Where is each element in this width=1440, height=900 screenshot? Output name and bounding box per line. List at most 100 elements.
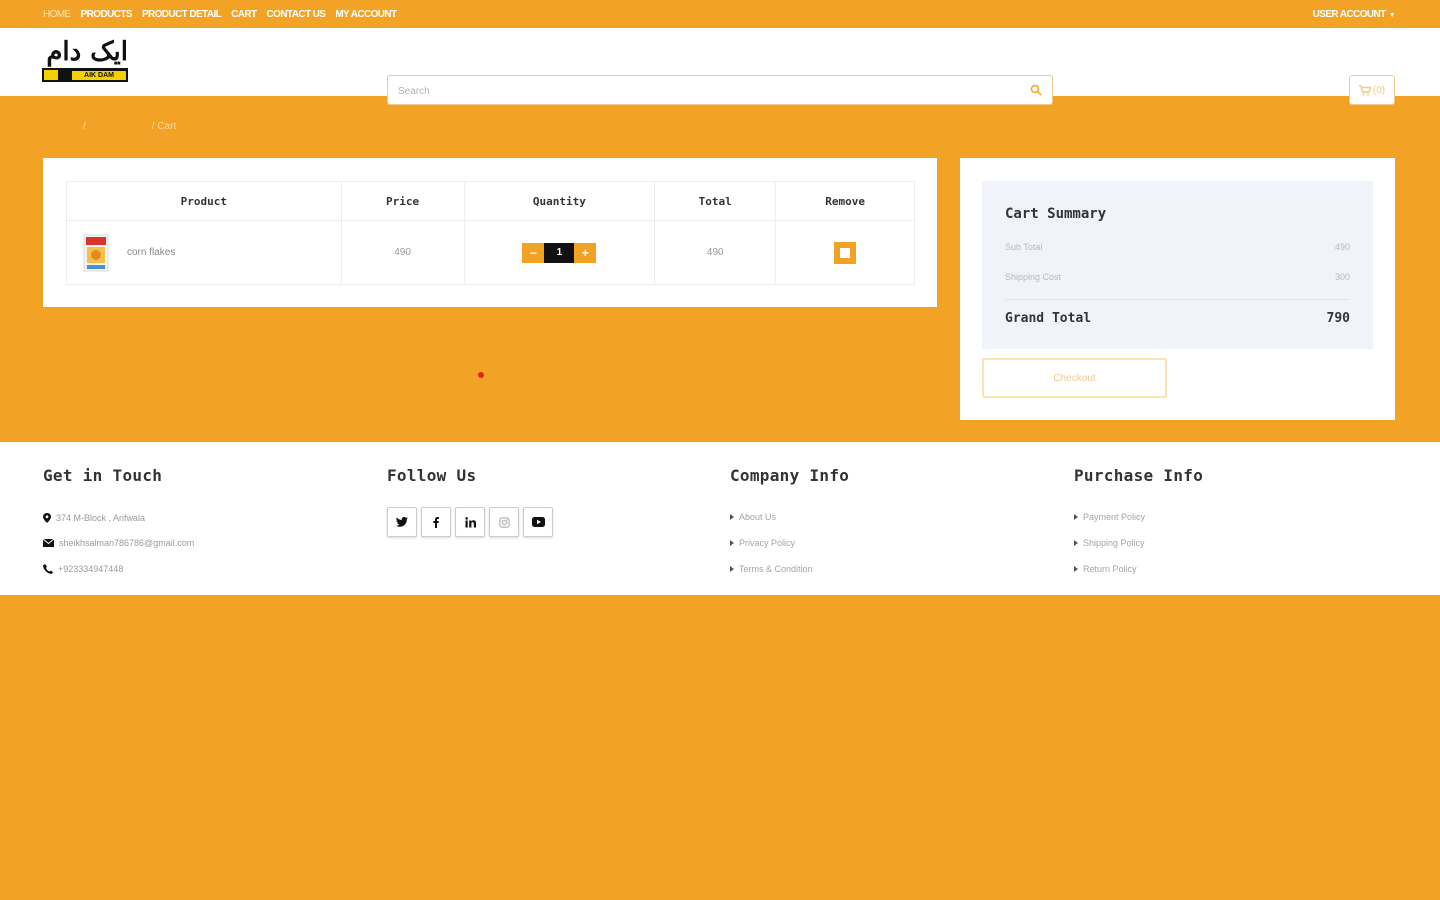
caret-right-icon bbox=[730, 514, 734, 520]
user-account-dropdown[interactable]: USER ACCOUNT ▼ bbox=[1312, 9, 1396, 20]
email-text[interactable]: sheikhsalman786786@gmail.com bbox=[59, 538, 194, 548]
search-input[interactable] bbox=[398, 83, 998, 99]
cart-table: Product Price Quantity Total Remove corn… bbox=[66, 181, 915, 285]
quantity-value[interactable]: 1 bbox=[544, 242, 575, 263]
purchase-info-title: Purchase Info bbox=[1074, 466, 1204, 485]
envelope-icon bbox=[43, 539, 54, 548]
link-label: Payment Policy bbox=[1083, 512, 1146, 522]
logo-mark bbox=[44, 70, 58, 80]
footer-company-info: Company Info About Us Privacy Policy Ter… bbox=[730, 466, 849, 582]
footer-link-payment-policy[interactable]: Payment Policy bbox=[1074, 504, 1203, 530]
contact-list: 374 M-Block , Arifwala sheikhsalman78678… bbox=[43, 505, 194, 582]
product-info: corn flakes bbox=[67, 233, 341, 273]
product-image[interactable] bbox=[81, 233, 113, 273]
quantity-cell: − 1 + bbox=[463, 220, 656, 285]
nav-products[interactable]: PRODUCTS bbox=[81, 9, 133, 20]
grand-total-label: Grand Total bbox=[1005, 311, 1092, 326]
product-cell: corn flakes bbox=[66, 220, 342, 285]
product-name[interactable]: corn flakes bbox=[127, 247, 175, 258]
twitter-button[interactable] bbox=[387, 507, 417, 537]
site-header: ایک دام AIK DAM (0) bbox=[0, 28, 1440, 105]
nav-contact-us[interactable]: CONTACT US bbox=[267, 9, 326, 20]
linkedin-icon bbox=[464, 516, 476, 527]
decrease-quantity-button[interactable]: − bbox=[522, 242, 545, 263]
subtotal-row: Sub Total 490 bbox=[1005, 242, 1350, 252]
caret-right-icon bbox=[1074, 566, 1078, 572]
caret-right-icon bbox=[1074, 540, 1078, 546]
company-links: About Us Privacy Policy Terms & Conditio… bbox=[730, 504, 849, 582]
footer-link-privacy-policy[interactable]: Privacy Policy bbox=[730, 530, 849, 556]
logo-strip: AIK DAM bbox=[42, 68, 128, 82]
search-bar bbox=[387, 75, 1053, 105]
footer-link-return-policy[interactable]: Return Policy bbox=[1074, 556, 1203, 582]
col-price: Price bbox=[340, 181, 465, 221]
col-remove: Remove bbox=[775, 181, 915, 221]
phone-text[interactable]: +923334947448 bbox=[58, 564, 123, 574]
grand-total-row: Grand Total 790 bbox=[1005, 311, 1350, 326]
increase-quantity-button[interactable]: + bbox=[574, 242, 597, 263]
footer-link-terms[interactable]: Terms & Condition bbox=[730, 556, 849, 582]
facebook-button[interactable] bbox=[421, 507, 451, 537]
site-logo[interactable]: ایک دام AIK DAM bbox=[42, 38, 130, 86]
breadcrumb-home-link[interactable] bbox=[43, 121, 79, 132]
facebook-icon bbox=[433, 516, 439, 528]
subtotal-label: Sub Total bbox=[1005, 242, 1043, 252]
checkout-button[interactable]: Checkout bbox=[982, 358, 1167, 398]
breadcrumb-current: / Cart bbox=[151, 121, 177, 132]
col-total: Total bbox=[654, 181, 777, 221]
table-header-row: Product Price Quantity Total Remove bbox=[66, 181, 915, 221]
quantity-stepper: − 1 + bbox=[522, 242, 597, 263]
user-account-label: USER ACCOUNT bbox=[1312, 9, 1387, 20]
grand-total-value: 790 bbox=[1326, 311, 1350, 326]
table-row: corn flakes 490 − 1 + 490 bbox=[66, 220, 915, 285]
link-label: Return Policy bbox=[1083, 564, 1137, 574]
price-cell: 490 bbox=[340, 220, 465, 285]
shipping-row: Shipping Cost 300 bbox=[1005, 272, 1350, 282]
youtube-icon bbox=[531, 517, 545, 527]
link-label: Shipping Policy bbox=[1083, 538, 1145, 548]
caret-right-icon bbox=[730, 566, 734, 572]
breadcrumb-shop-link[interactable] bbox=[90, 121, 148, 132]
remove-icon bbox=[840, 247, 851, 258]
footer-follow-us: Follow Us bbox=[387, 466, 553, 537]
logo-strip-text: AIK DAM bbox=[72, 71, 126, 80]
breadcrumb-separator: / bbox=[83, 121, 86, 132]
top-nav: HOME PRODUCTS PRODUCT DETAIL CART CONTAC… bbox=[43, 9, 397, 20]
map-marker-icon bbox=[43, 512, 51, 523]
remove-item-button[interactable] bbox=[834, 241, 857, 264]
linkedin-button[interactable] bbox=[455, 507, 485, 537]
nav-home[interactable]: HOME bbox=[43, 9, 71, 20]
col-quantity: Quantity bbox=[463, 181, 656, 221]
cart-button[interactable]: (0) bbox=[1349, 75, 1395, 105]
cart-table-panel: Product Price Quantity Total Remove corn… bbox=[43, 158, 937, 307]
total-cell: 490 bbox=[654, 220, 777, 285]
social-links bbox=[387, 507, 553, 537]
footer-get-in-touch: Get in Touch 374 M-Block , Arifwala shei… bbox=[43, 466, 194, 582]
nav-product-detail[interactable]: PRODUCT DETAIL bbox=[142, 9, 222, 20]
caret-right-icon bbox=[1074, 514, 1078, 520]
caret-right-icon bbox=[730, 540, 734, 546]
nav-my-account[interactable]: MY ACCOUNT bbox=[335, 9, 397, 20]
remove-cell bbox=[775, 220, 915, 285]
get-in-touch-title: Get in Touch bbox=[43, 466, 163, 485]
youtube-button[interactable] bbox=[523, 507, 553, 537]
footer-link-about-us[interactable]: About Us bbox=[730, 504, 849, 530]
breadcrumb: / / Cart bbox=[43, 121, 176, 132]
footer-link-shipping-policy[interactable]: Shipping Policy bbox=[1074, 530, 1203, 556]
purchase-links: Payment Policy Shipping Policy Return Po… bbox=[1074, 504, 1203, 582]
follow-us-title: Follow Us bbox=[387, 466, 477, 485]
address-text: 374 M-Block , Arifwala bbox=[56, 512, 146, 523]
subtotal-value: 490 bbox=[1334, 242, 1350, 252]
shipping-label: Shipping Cost bbox=[1005, 272, 1062, 282]
twitter-icon bbox=[396, 517, 408, 527]
instagram-button[interactable] bbox=[489, 507, 519, 537]
search-icon[interactable] bbox=[1030, 84, 1042, 96]
cereal-box-image bbox=[83, 234, 109, 271]
logo-arabic-text: ایک دام bbox=[46, 37, 128, 67]
contact-email: sheikhsalman786786@gmail.com bbox=[43, 531, 194, 557]
summary-divider bbox=[1005, 299, 1350, 300]
nav-cart[interactable]: CART bbox=[231, 9, 257, 20]
cart-summary-box: Cart Summary Sub Total 490 Shipping Cost… bbox=[982, 181, 1373, 349]
contact-address: 374 M-Block , Arifwala bbox=[43, 505, 194, 531]
caret-down-icon: ▼ bbox=[1388, 12, 1396, 19]
